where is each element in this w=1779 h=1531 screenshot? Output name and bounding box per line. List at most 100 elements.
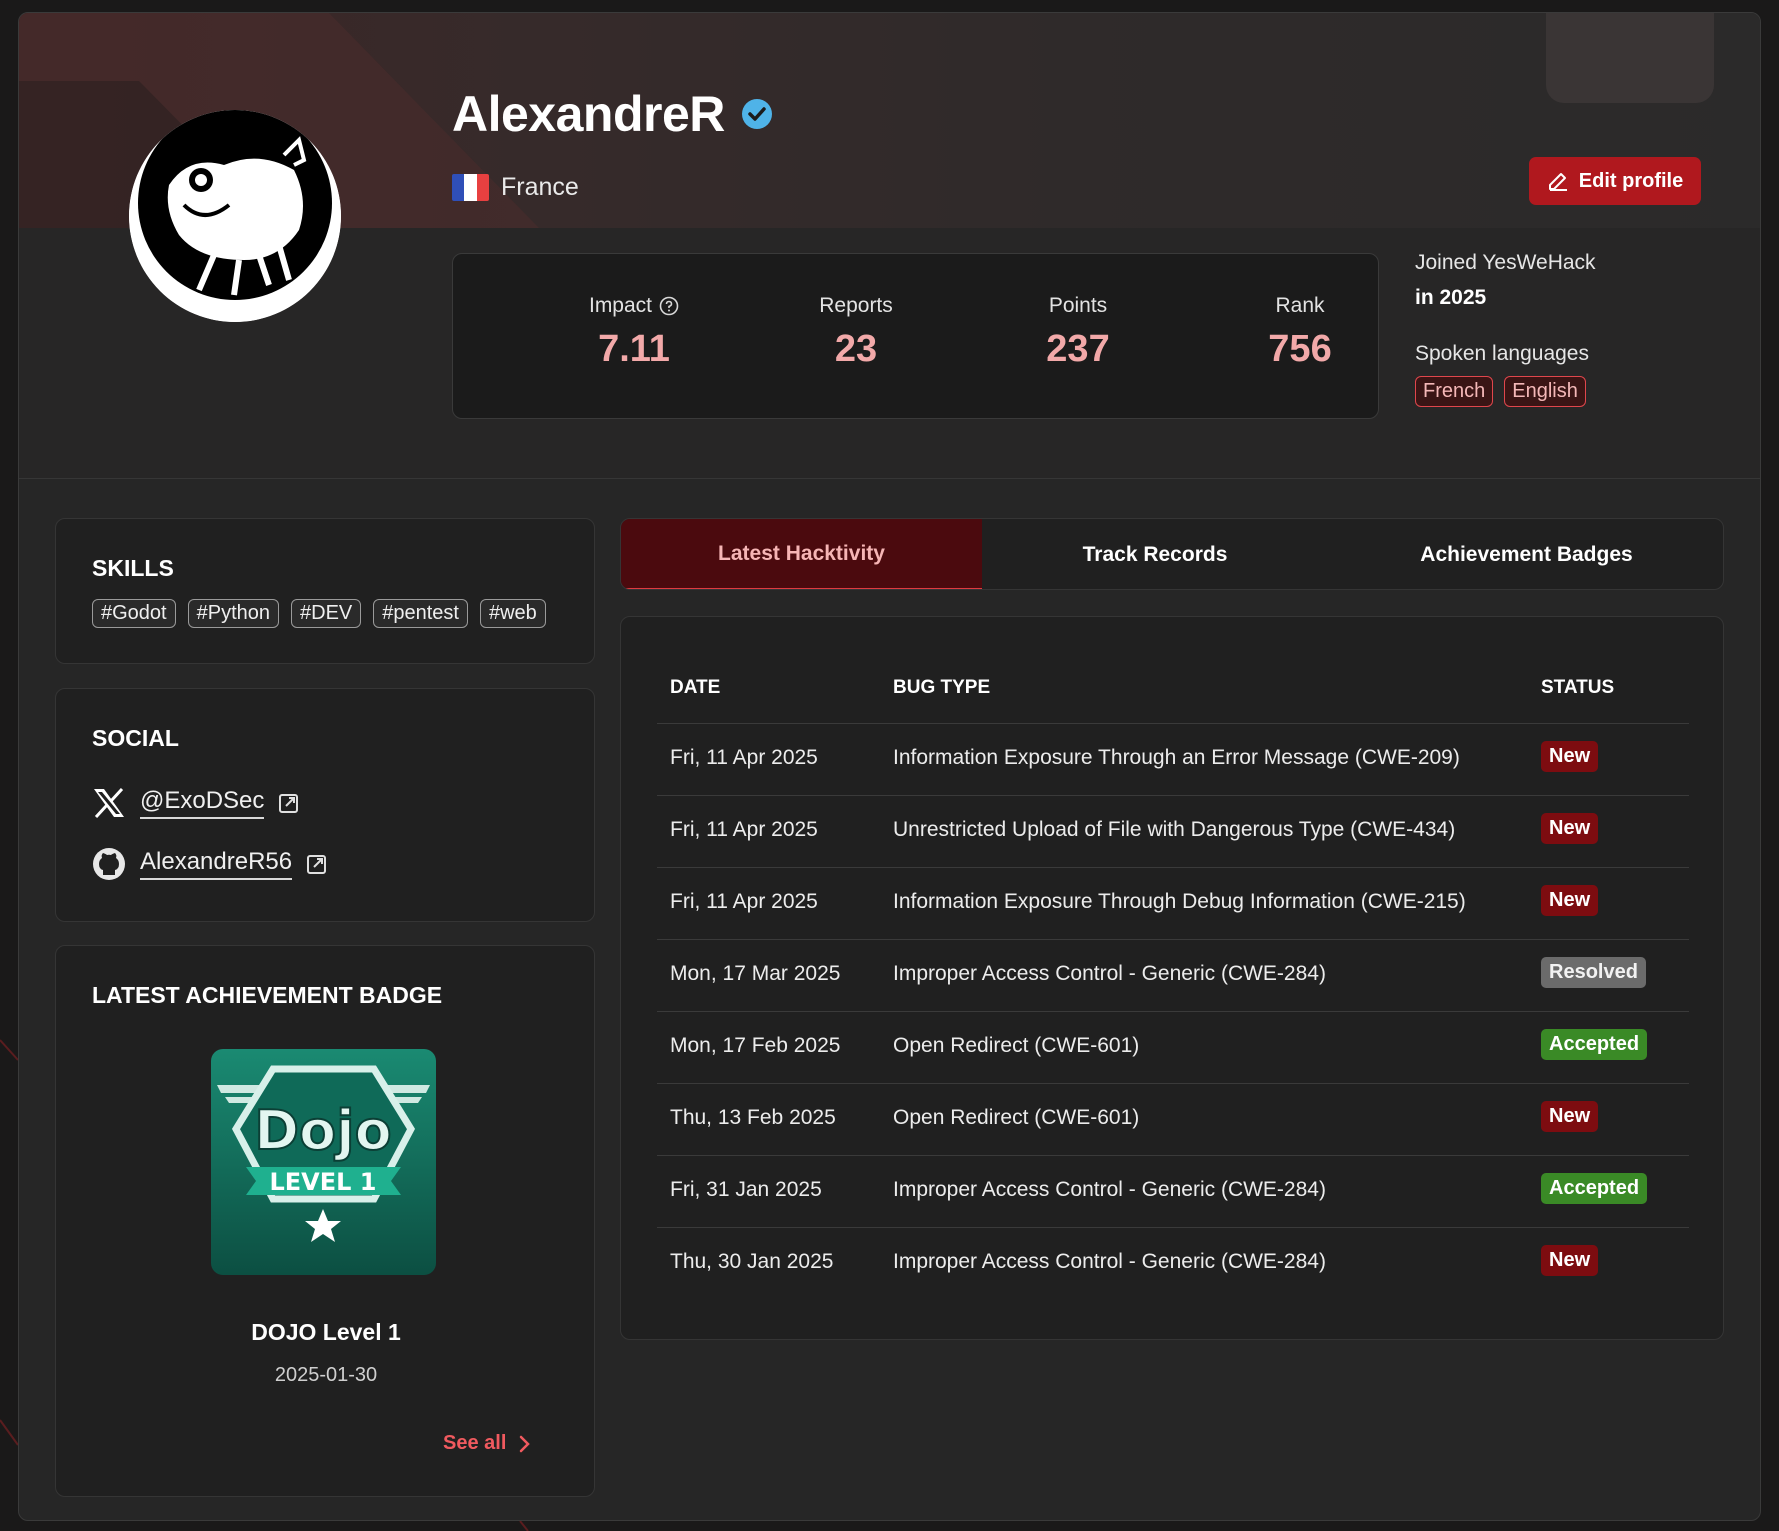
profile-page: AlexandreR France Edit profile Impact 7.… bbox=[18, 12, 1761, 1521]
table-row[interactable]: Fri, 31 Jan 2025 Improper Access Control … bbox=[657, 1155, 1689, 1227]
social-title: SOCIAL bbox=[92, 725, 179, 751]
skill-tag: #Godot bbox=[92, 599, 176, 628]
external-link-icon[interactable] bbox=[278, 792, 300, 814]
table-header: DATE BUG TYPE STATUS bbox=[657, 677, 1689, 727]
tab-track-records[interactable]: Track Records bbox=[982, 519, 1328, 589]
badge-name: DOJO Level 1 bbox=[251, 1319, 401, 1345]
row-bug-type: Improper Access Control - Generic (CWE-2… bbox=[893, 1250, 1326, 1273]
table-row[interactable]: Fri, 11 Apr 2025 Unrestricted Upload of F… bbox=[657, 795, 1689, 867]
row-bug-type: Improper Access Control - Generic (CWE-2… bbox=[893, 1178, 1326, 1201]
badge-dojo-text: Dojo bbox=[254, 1099, 392, 1162]
tab-latest-hacktivity[interactable]: Latest Hacktivity bbox=[621, 519, 982, 589]
status-badge: New bbox=[1541, 741, 1599, 772]
row-status: New bbox=[1541, 1101, 1599, 1132]
social-x: @ExoDSec bbox=[92, 787, 300, 819]
chevron-right-icon bbox=[520, 1435, 531, 1452]
row-date: Fri, 11 Apr 2025 bbox=[670, 746, 818, 769]
row-date: Fri, 11 Apr 2025 bbox=[670, 890, 818, 913]
table-row[interactable]: Fri, 11 Apr 2025 Information Exposure Thr… bbox=[657, 723, 1689, 795]
stat-impact-value: 7.11 bbox=[598, 328, 670, 370]
stat-reports: Reports 23 bbox=[756, 294, 956, 371]
stat-rank: Rank 756 bbox=[1200, 294, 1400, 371]
pencil-icon bbox=[1548, 173, 1567, 191]
column-date: DATE bbox=[670, 677, 721, 698]
joined-label: Joined YesWeHack bbox=[1415, 251, 1596, 274]
row-date: Mon, 17 Feb 2025 bbox=[670, 1034, 841, 1057]
row-status: New bbox=[1541, 885, 1599, 916]
see-all-label: See all bbox=[443, 1432, 507, 1454]
badge-date: 2025-01-30 bbox=[274, 1364, 378, 1386]
help-circle-icon[interactable] bbox=[659, 296, 679, 316]
username: AlexandreR bbox=[452, 86, 725, 142]
row-bug-type: Information Exposure Through Debug Infor… bbox=[893, 890, 1466, 913]
row-status: New bbox=[1541, 741, 1599, 772]
status-badge: New bbox=[1541, 885, 1599, 916]
skills-card: SKILLS #Godot #Python #DEV #pentest #web bbox=[55, 518, 595, 664]
status-badge: New bbox=[1541, 813, 1599, 844]
table-row[interactable]: Thu, 13 Feb 2025 Open Redirect (CWE-601) N… bbox=[657, 1083, 1689, 1155]
stat-impact-label: Impact bbox=[588, 294, 653, 317]
stat-points-label: Points bbox=[1048, 294, 1108, 317]
profile-meta: Joined YesWeHack in 2025 Spoken language… bbox=[1415, 251, 1596, 407]
row-bug-type: Unrestricted Upload of File with Dangero… bbox=[893, 818, 1456, 841]
latest-badge-card: LATEST ACHIEVEMENT BADGE Dojo LEVEL 1 DO… bbox=[55, 945, 595, 1497]
stats-panel: Impact 7.11 Reports 23 Points 237 Rank 7… bbox=[452, 253, 1379, 419]
profile-header: AlexandreR France Edit profile Impact 7.… bbox=[19, 13, 1760, 479]
verified-icon bbox=[741, 99, 772, 129]
table-row[interactable]: Mon, 17 Feb 2025 Open Redirect (CWE-601) A… bbox=[657, 1011, 1689, 1083]
badge-level-text: LEVEL 1 bbox=[269, 1168, 376, 1196]
column-bug-type: BUG TYPE bbox=[893, 677, 991, 698]
x-profile-link[interactable]: @ExoDSec bbox=[140, 787, 265, 819]
edit-profile-label: Edit profile bbox=[1578, 169, 1684, 192]
username-heading: AlexandreR bbox=[452, 85, 773, 143]
france-flag-icon bbox=[452, 174, 489, 201]
external-link-icon[interactable] bbox=[306, 853, 328, 875]
country-name: France bbox=[501, 173, 579, 201]
status-badge: Accepted bbox=[1541, 1029, 1648, 1060]
stat-rank-label: Rank bbox=[1275, 294, 1325, 317]
table-row[interactable]: Mon, 17 Mar 2025 Improper Access Control … bbox=[657, 939, 1689, 1011]
header-corner-tab bbox=[1546, 13, 1714, 103]
row-status: Accepted bbox=[1541, 1173, 1648, 1204]
row-bug-type: Open Redirect (CWE-601) bbox=[893, 1034, 1140, 1057]
social-card: SOCIAL @ExoDSec AlexandreR56 bbox=[55, 688, 595, 922]
spoken-languages-label: Spoken languages bbox=[1415, 342, 1589, 365]
stat-reports-value: 23 bbox=[834, 328, 878, 370]
activity-tabs: Latest Hacktivity Track Records Achievem… bbox=[620, 518, 1724, 590]
social-github: AlexandreR56 bbox=[92, 847, 328, 881]
stat-points-value: 237 bbox=[1046, 328, 1110, 370]
edit-profile-button[interactable]: Edit profile bbox=[1529, 157, 1701, 205]
row-date: Thu, 13 Feb 2025 bbox=[670, 1106, 836, 1129]
column-status: STATUS bbox=[1541, 677, 1615, 698]
tab-achievement-badges[interactable]: Achievement Badges bbox=[1328, 519, 1723, 589]
status-badge: New bbox=[1541, 1101, 1599, 1132]
skill-tag: #DEV bbox=[291, 599, 362, 628]
dojo-badge-image[interactable]: Dojo LEVEL 1 bbox=[211, 1049, 436, 1275]
row-status: Accepted bbox=[1541, 1029, 1648, 1060]
row-date: Mon, 17 Mar 2025 bbox=[670, 962, 841, 985]
row-status: New bbox=[1541, 813, 1599, 844]
table-row[interactable]: Thu, 30 Jan 2025 Improper Access Control … bbox=[657, 1227, 1689, 1299]
github-icon bbox=[93, 848, 125, 880]
row-date: Thu, 30 Jan 2025 bbox=[670, 1250, 834, 1273]
status-badge: Accepted bbox=[1541, 1173, 1648, 1204]
joined-year: in 2025 bbox=[1415, 286, 1487, 309]
language-tags: French English bbox=[1415, 376, 1596, 407]
stat-points: Points 237 bbox=[978, 294, 1178, 371]
row-bug-type: Information Exposure Through an Error Me… bbox=[893, 746, 1460, 769]
see-all-badges-link[interactable]: See all bbox=[443, 1432, 532, 1455]
latest-badge-title: LATEST ACHIEVEMENT BADGE bbox=[92, 982, 443, 1008]
language-tag: French bbox=[1415, 376, 1494, 407]
skill-tag: #pentest bbox=[373, 599, 468, 628]
row-date: Fri, 31 Jan 2025 bbox=[670, 1178, 822, 1201]
country: France bbox=[452, 173, 579, 202]
stat-rank-value: 756 bbox=[1268, 328, 1332, 370]
github-profile-link[interactable]: AlexandreR56 bbox=[140, 848, 293, 880]
status-badge: Resolved bbox=[1541, 957, 1646, 988]
row-bug-type: Improper Access Control - Generic (CWE-2… bbox=[893, 962, 1326, 985]
hacktivity-table: DATE BUG TYPE STATUS Fri, 11 Apr 2025 Inf… bbox=[620, 616, 1724, 1340]
status-badge: New bbox=[1541, 1245, 1599, 1276]
table-row[interactable]: Fri, 11 Apr 2025 Information Exposure Thr… bbox=[657, 867, 1689, 939]
skills-list: #Godot #Python #DEV #pentest #web bbox=[92, 599, 546, 628]
row-bug-type: Open Redirect (CWE-601) bbox=[893, 1106, 1140, 1129]
